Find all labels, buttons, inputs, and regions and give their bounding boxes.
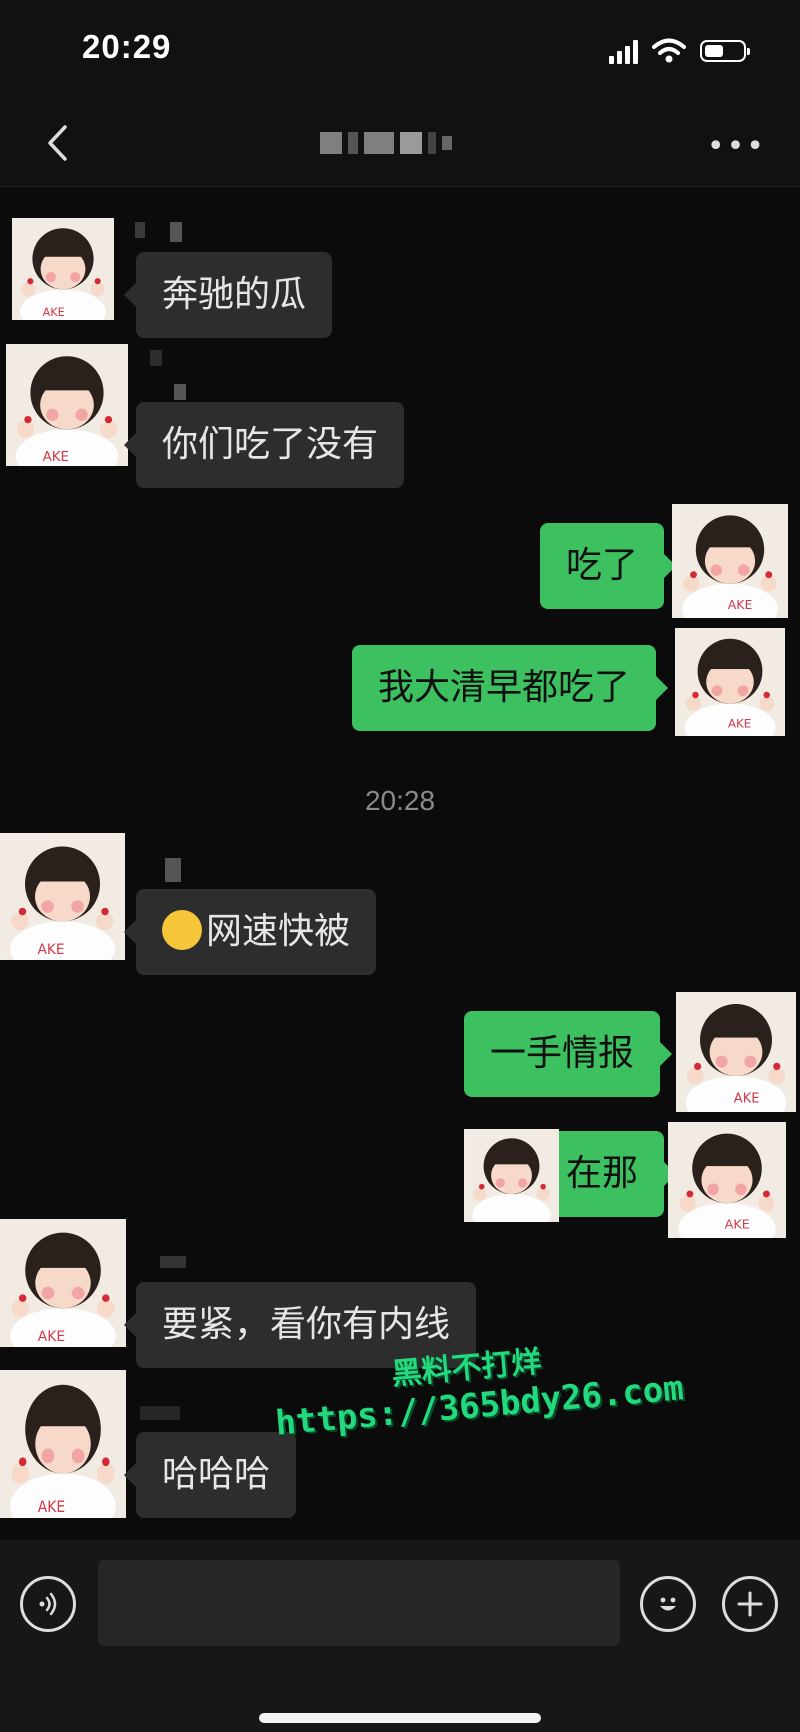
- svg-text:AKE: AKE: [38, 942, 65, 958]
- status-time: 20:29: [82, 28, 172, 65]
- voice-icon: [39, 1592, 57, 1616]
- back-button[interactable]: [32, 118, 82, 168]
- plus-icon: [737, 1591, 763, 1617]
- status-bar: 20:29: [0, 0, 800, 110]
- incoming-message[interactable]: 奔驰的瓜: [123, 252, 333, 338]
- emoji-icon: [660, 1597, 676, 1611]
- sender-name-redacted: [165, 858, 181, 882]
- incoming-message[interactable]: 网速快被: [123, 889, 377, 975]
- chat-header: •••: [0, 110, 800, 187]
- avatar-image: AKE: [669, 1122, 785, 1238]
- contact-avatar[interactable]: AKE: [12, 218, 114, 320]
- my-avatar[interactable]: AKE: [668, 1122, 786, 1238]
- svg-text:AKE: AKE: [725, 1218, 750, 1233]
- contact-avatar[interactable]: AKE: [0, 1219, 126, 1347]
- voice-button[interactable]: [20, 1576, 76, 1632]
- more-actions-button[interactable]: [722, 1576, 778, 1632]
- message-timestamp: 20:28: [364, 785, 436, 816]
- my-avatar[interactable]: AKE: [676, 992, 796, 1112]
- svg-text:AKE: AKE: [728, 597, 753, 612]
- emoji-button[interactable]: [640, 1576, 696, 1632]
- avatar-image: AKE: [676, 628, 784, 736]
- avatar-image: AKE: [0, 1220, 126, 1347]
- more-button[interactable]: •••: [707, 132, 766, 162]
- sender-name-redacted: [174, 384, 186, 400]
- incoming-message[interactable]: 哈哈哈: [123, 1432, 297, 1518]
- signal-icon: [609, 38, 638, 64]
- svg-text:AKE: AKE: [728, 716, 751, 730]
- outgoing-message[interactable]: 吃了: [540, 523, 677, 609]
- contact-avatar[interactable]: AKE: [0, 1370, 126, 1518]
- message-input[interactable]: [98, 1560, 620, 1646]
- svg-text:AKE: AKE: [38, 1497, 65, 1516]
- message-text: 网速快被: [206, 911, 351, 952]
- sender-name-redacted: [140, 1406, 180, 1420]
- wifi-icon: [652, 38, 686, 63]
- svg-text:AKE: AKE: [38, 1329, 65, 1345]
- status-icons: [609, 38, 750, 64]
- my-avatar[interactable]: AKE: [675, 628, 785, 736]
- incoming-message[interactable]: 你们吃了没有: [123, 402, 405, 488]
- input-bar: [0, 1540, 800, 1732]
- sticker-avatar[interactable]: [464, 1129, 559, 1222]
- home-indicator: [259, 1713, 541, 1723]
- outgoing-message[interactable]: 我大清早都吃了: [352, 645, 669, 731]
- svg-text:AKE: AKE: [43, 450, 69, 465]
- outgoing-message[interactable]: 一手情报: [464, 1011, 673, 1097]
- chat-title-redacted: [320, 132, 452, 154]
- avatar-image: AKE: [0, 1370, 126, 1518]
- more-icon: •••: [706, 129, 766, 164]
- sender-name-redacted: [150, 350, 162, 366]
- sender-name-redacted: [170, 222, 182, 242]
- battery-icon: [700, 40, 750, 62]
- sender-name-redacted: [135, 222, 145, 238]
- thinking-face-icon: [162, 910, 202, 950]
- sender-name-redacted: [160, 1256, 186, 1268]
- avatar-image: AKE: [12, 218, 114, 320]
- avatar-image: AKE: [673, 504, 787, 618]
- avatar-image: AKE: [0, 834, 125, 960]
- svg-text:AKE: AKE: [734, 1091, 760, 1106]
- contact-avatar[interactable]: AKE: [6, 344, 128, 466]
- contact-avatar[interactable]: AKE: [0, 833, 125, 960]
- avatar-image: [465, 1129, 558, 1222]
- my-avatar[interactable]: AKE: [672, 504, 788, 618]
- back-icon: [48, 125, 67, 161]
- avatar-image: AKE: [676, 992, 796, 1112]
- svg-text:AKE: AKE: [43, 306, 65, 319]
- avatar-image: AKE: [6, 344, 128, 466]
